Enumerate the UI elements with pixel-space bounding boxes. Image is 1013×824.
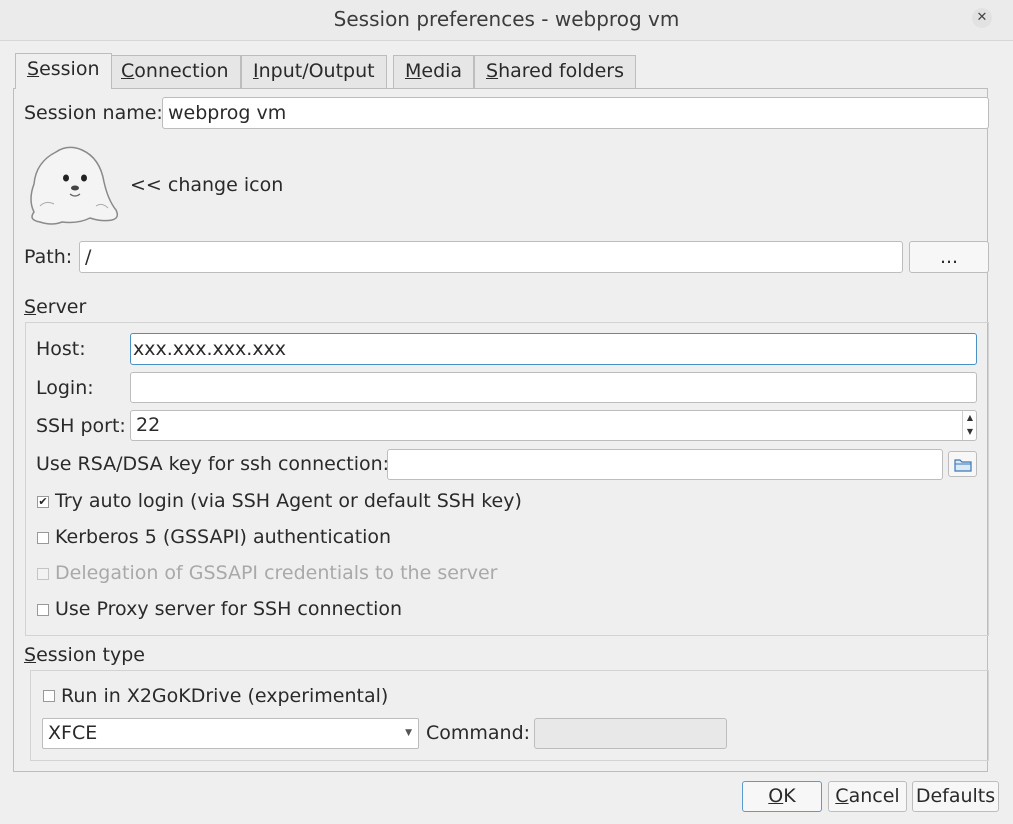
host-label: Host:	[36, 338, 86, 360]
session-name-label: Session name:	[24, 102, 163, 124]
tab-session-label: ession	[39, 58, 100, 80]
seal-icon	[30, 146, 119, 225]
proxy-label: Use Proxy server for SSH connection	[55, 598, 403, 620]
folder-icon	[953, 459, 972, 472]
ok-button[interactable]: OK	[742, 781, 822, 812]
command-label: Command:	[426, 722, 531, 744]
ssh-port-stepper[interactable]: ▲ ▼	[962, 411, 977, 440]
tab-connection[interactable]: Connection	[109, 55, 241, 88]
login-label: Login:	[36, 377, 94, 399]
session-icon-button[interactable]	[26, 142, 120, 228]
server-heading: Server	[24, 296, 86, 318]
kdrive-checkbox[interactable]	[43, 690, 55, 702]
tab-session[interactable]: Session	[15, 53, 112, 89]
cancel-button[interactable]: Cancel	[828, 781, 907, 812]
path-input[interactable]: /	[79, 241, 903, 273]
host-input[interactable]: xxx.xxx.xxx.xxx	[130, 333, 977, 365]
window-title: Session preferences - webprog vm	[333, 7, 680, 31]
tab-shared-folders-mnemonic: S	[486, 60, 499, 82]
ssh-port-spinbox[interactable]: 22	[130, 410, 977, 441]
tab-shared-folders-label: hared folders	[498, 60, 624, 82]
change-icon-label: << change icon	[130, 174, 284, 196]
ok-button-label: K	[783, 785, 796, 807]
proxy-checkbox[interactable]	[37, 604, 49, 616]
cancel-button-mnemonic: C	[835, 785, 849, 807]
kerberos-label: Kerberos 5 (GSSAPI) authentication	[55, 526, 392, 548]
chevron-up-icon[interactable]: ▲	[963, 411, 977, 425]
browse-path-button[interactable]: ...	[909, 241, 989, 273]
tab-connection-label: onnection	[134, 60, 229, 82]
tab-media[interactable]: Media	[393, 55, 475, 88]
delegation-checkbox	[37, 568, 49, 580]
session-type-heading: Session type	[24, 644, 145, 666]
auto-login-checkbox[interactable]: ✔	[37, 496, 49, 508]
dropdown-arrow-icon: ▼	[405, 728, 412, 738]
session-type-heading-mnemonic: S	[24, 644, 37, 666]
tab-connection-mnemonic: C	[121, 60, 135, 82]
close-button[interactable]: ✕	[972, 8, 992, 28]
tab-input-output[interactable]: Input/Output	[241, 55, 387, 88]
defaults-button[interactable]: Defaults	[912, 781, 999, 812]
tab-media-label: edia	[421, 60, 463, 82]
kerberos-checkbox[interactable]	[37, 532, 49, 544]
rsa-key-input[interactable]	[387, 449, 943, 480]
tab-input-output-label: nput/Output	[258, 60, 375, 82]
close-icon: ✕	[976, 10, 988, 25]
tab-media-mnemonic: M	[405, 60, 422, 82]
login-input[interactable]	[130, 372, 977, 403]
browse-key-button[interactable]	[948, 451, 977, 477]
server-heading-mnemonic: S	[24, 296, 37, 318]
tab-session-mnemonic: S	[27, 58, 40, 80]
command-input	[534, 718, 727, 749]
path-label: Path:	[24, 246, 73, 268]
delegation-label: Delegation of GSSAPI credentials to the …	[55, 562, 498, 584]
ok-button-mnemonic: O	[768, 785, 784, 807]
session-type-value: XFCE	[48, 722, 98, 744]
server-heading-text: erver	[36, 296, 87, 318]
ssh-port-value: 22	[136, 414, 161, 436]
title-bar: Session preferences - webprog vm ✕	[0, 0, 1013, 41]
session-type-select[interactable]: XFCE ▼	[42, 718, 419, 749]
auto-login-label: Try auto login (via SSH Agent or default…	[55, 490, 522, 512]
rsa-key-label: Use RSA/DSA key for ssh connection:	[36, 453, 390, 475]
tab-shared-folders[interactable]: Shared folders	[474, 55, 636, 88]
check-icon: ✔	[38, 495, 48, 508]
kdrive-label: Run in X2GoKDrive (experimental)	[61, 685, 389, 707]
ssh-port-label: SSH port:	[36, 415, 126, 437]
session-type-heading-text: ession type	[36, 644, 145, 666]
cancel-button-label: ancel	[848, 785, 900, 807]
chevron-down-icon[interactable]: ▼	[963, 425, 977, 439]
session-name-input[interactable]: webprog vm	[162, 97, 989, 129]
